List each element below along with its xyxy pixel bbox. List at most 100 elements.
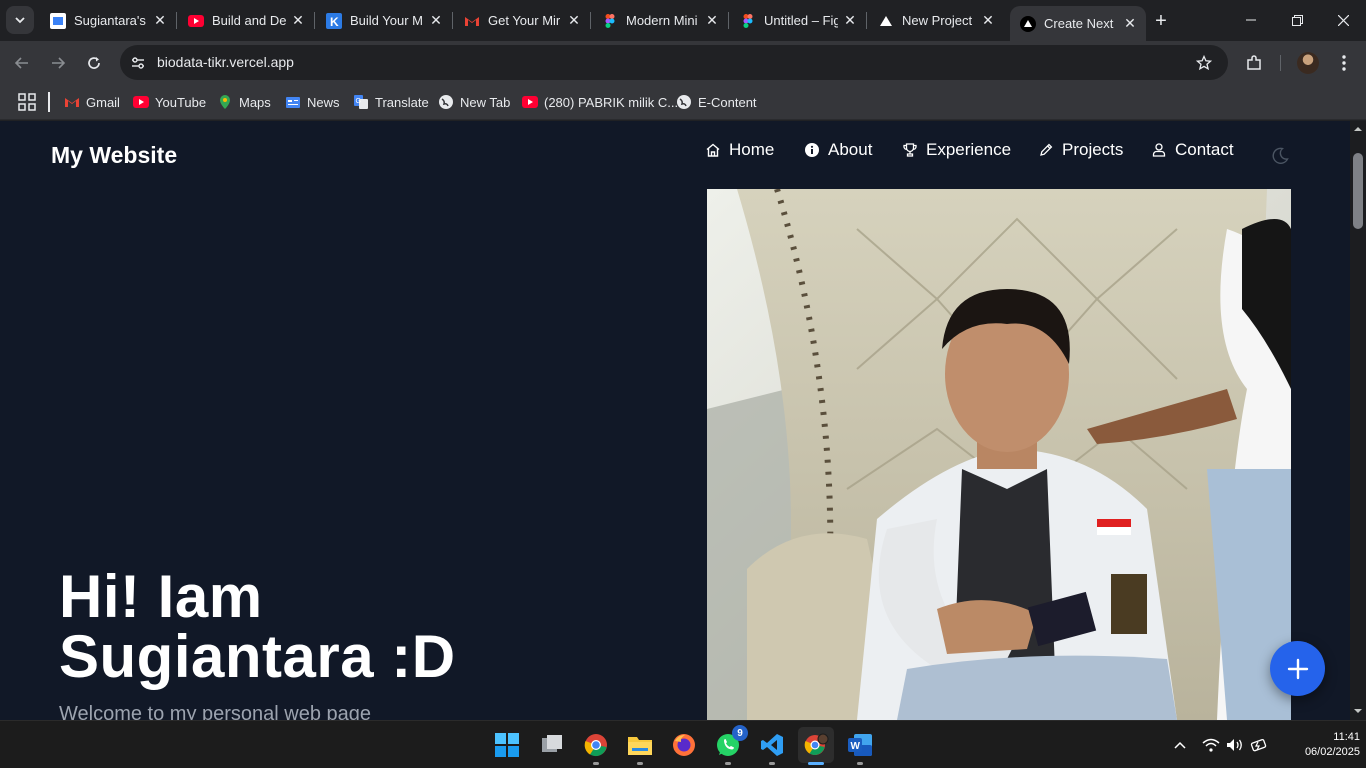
nav-home[interactable]: Home (705, 139, 774, 161)
minimize-button[interactable] (1228, 0, 1274, 40)
tab-5[interactable]: Untitled – Fig ✕ (730, 0, 867, 41)
bookmark-maps[interactable]: Maps (217, 91, 271, 113)
tab-separator (314, 12, 315, 29)
tab-separator (866, 12, 867, 29)
vscode-icon (761, 734, 783, 756)
reload-button[interactable] (80, 49, 108, 77)
battery-icon[interactable] (1250, 735, 1268, 755)
new-tab-button[interactable]: + (1150, 10, 1172, 32)
svg-text:W: W (851, 741, 861, 752)
restore-button[interactable] (1274, 0, 1320, 40)
running-indicator (857, 762, 863, 765)
taskbar-firefox[interactable] (666, 727, 702, 763)
bookmark-gmail[interactable]: Gmail (64, 91, 120, 113)
bookmark-label: News (307, 94, 340, 110)
tab-0[interactable]: Sugiantara's ✕ (40, 0, 177, 41)
site-title[interactable]: My Website (51, 142, 177, 169)
tab-3[interactable]: Get Your Mir ✕ (454, 0, 591, 41)
show-hidden-icons-button[interactable] (1172, 735, 1188, 755)
tab-title: New Project (902, 13, 973, 28)
tab-1[interactable]: Build and De ✕ (178, 0, 315, 41)
bookmark-youtube[interactable]: YouTube (133, 91, 206, 113)
nav-experience[interactable]: Experience (902, 139, 1011, 161)
bookmarks-divider (48, 92, 50, 112)
restore-icon (1291, 14, 1303, 26)
bookmark-translate[interactable]: G Translate (353, 91, 429, 113)
wifi-icon[interactable] (1202, 735, 1220, 755)
home-icon (705, 142, 721, 158)
bookmark-label: Translate (375, 94, 429, 110)
moon-icon (1272, 147, 1289, 164)
taskbar-file-explorer[interactable] (622, 727, 658, 765)
nav-projects[interactable]: Projects (1038, 139, 1123, 161)
task-view-button[interactable] (534, 727, 570, 763)
close-icon[interactable]: ✕ (842, 12, 858, 29)
taskbar-vscode[interactable] (754, 727, 790, 765)
nav-label: Projects (1062, 140, 1124, 159)
taskbar-chrome[interactable] (578, 727, 614, 765)
nav-label: About (828, 140, 873, 159)
tab-7-active[interactable]: Create Next ✕ (1010, 6, 1146, 41)
plus-icon: + (1155, 9, 1167, 32)
nav-label: Experience (926, 140, 1012, 159)
url-text[interactable]: biodata-tikr.vercel.app (157, 54, 294, 70)
extensions-icon[interactable] (1243, 52, 1265, 74)
back-button[interactable] (8, 49, 36, 77)
bookmark-label: (280) PABRIK milik C... (544, 94, 679, 110)
close-icon (1337, 14, 1349, 26)
tab-separator (452, 12, 453, 29)
forward-button[interactable] (44, 49, 72, 77)
close-window-button[interactable] (1320, 0, 1366, 40)
tab-strip: Sugiantara's ✕ Build and De ✕ K Build Yo… (0, 0, 1366, 41)
tab-6[interactable]: New Project ✕ (868, 0, 1004, 41)
youtube-icon (522, 94, 538, 110)
globe-icon (676, 94, 692, 110)
taskbar-chrome-profile[interactable] (798, 727, 834, 765)
vercel-icon (1020, 15, 1036, 32)
globe-icon (438, 94, 454, 110)
apps-grid-icon[interactable] (18, 93, 36, 111)
close-icon[interactable]: ✕ (290, 12, 306, 29)
floating-add-button[interactable] (1270, 641, 1325, 696)
taskbar-word[interactable]: W (842, 727, 878, 765)
volume-icon[interactable] (1226, 735, 1244, 755)
bookmark-new-tab[interactable]: New Tab (438, 91, 510, 113)
scroll-down-arrow-icon[interactable] (1354, 707, 1362, 715)
system-clock[interactable]: 11:41 06/02/2025 (1300, 730, 1360, 760)
bookmark-e-content[interactable]: E-Content (676, 91, 757, 113)
bookmark-star-icon[interactable] (1194, 53, 1214, 73)
sugiantara-favicon (50, 12, 66, 29)
page-scrollbar[interactable] (1350, 121, 1366, 720)
close-icon[interactable]: ✕ (428, 12, 444, 29)
nav-about[interactable]: About (804, 139, 872, 161)
scroll-up-arrow-icon[interactable] (1354, 125, 1362, 133)
word-icon: W (848, 734, 872, 756)
taskbar-whatsapp[interactable]: 9 (710, 725, 748, 765)
bookmark-news[interactable]: News (285, 91, 340, 113)
clock-time: 11:41 (1333, 731, 1360, 743)
youtube-icon (188, 13, 204, 29)
bookmark-label: YouTube (155, 94, 207, 110)
address-bar[interactable]: biodata-tikr.vercel.app (120, 45, 1228, 80)
close-icon[interactable]: ✕ (1122, 15, 1138, 32)
close-icon[interactable]: ✕ (704, 12, 720, 29)
site-info-icon[interactable] (128, 53, 148, 73)
close-icon[interactable]: ✕ (566, 12, 582, 29)
scrollbar-thumb[interactable] (1353, 153, 1363, 229)
youtube-icon (133, 94, 149, 110)
tab-title: Modern Mini (626, 13, 698, 28)
theme-toggle-button[interactable] (1268, 144, 1292, 168)
tab-4[interactable]: Modern Mini ✕ (592, 0, 729, 41)
bookmark-youtube-video[interactable]: (280) PABRIK milik C... (522, 91, 678, 113)
nav-contact[interactable]: Contact (1151, 139, 1234, 161)
task-view-icon (542, 735, 562, 752)
start-button[interactable] (489, 727, 525, 763)
close-icon[interactable]: ✕ (152, 12, 168, 29)
tab-search-button[interactable] (6, 6, 34, 34)
running-indicator (769, 762, 775, 765)
tab-2[interactable]: K Build Your M ✕ (316, 0, 453, 41)
more-menu-icon[interactable] (1333, 52, 1355, 74)
close-icon[interactable]: ✕ (980, 12, 996, 29)
profile-avatar[interactable] (1297, 52, 1319, 74)
svg-text:K: K (330, 15, 339, 29)
